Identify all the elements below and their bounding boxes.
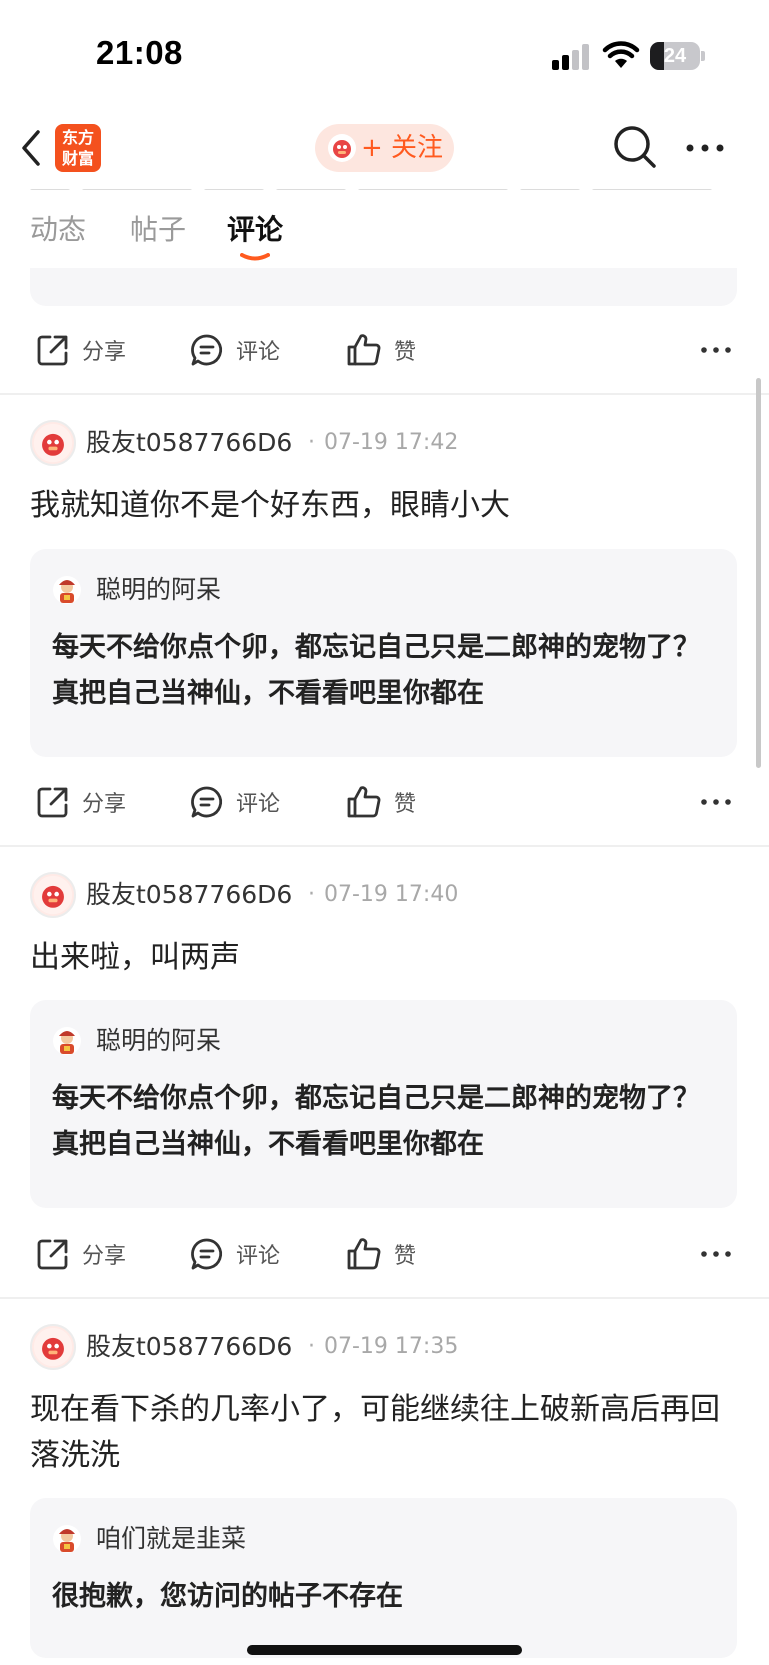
tab-dynamic[interactable]: 动态 [30,210,86,250]
quote-box-previous [30,268,737,306]
logo-text-2: 财富 [61,149,94,168]
quoted-user: 聪明的阿呆 [52,1024,221,1058]
thumbs-up-icon [347,1238,381,1270]
chevron-left-icon[interactable] [16,124,46,172]
post-username[interactable]: 股友t0587766D6 [86,1324,292,1370]
share-label: 分享 [82,340,127,365]
user-avatar-icon [328,134,356,162]
thumbs-up-icon [347,786,381,818]
post-text[interactable]: 现在看下杀的几率小了，可能继续往上破新高后再回落洗洗 [30,1387,740,1479]
quoted-text: 很抱歉，您访问的帖子不存在 [52,1581,403,1612]
divider [0,845,769,847]
home-indicator[interactable] [247,1645,522,1655]
post-time: 07-19 17:42 [324,430,459,455]
avatar[interactable] [30,420,76,466]
post-text[interactable]: 出来啦，叫两声 [30,935,740,981]
status-time: 21:08 [96,34,183,71]
like-button[interactable]: 赞 [346,1224,416,1284]
post-header: 股友t0587766D6 · 07-19 17:35 [30,1324,737,1372]
comment-button[interactable]: 评论 [190,772,280,832]
post-header: 股友t0587766D6 · 07-19 17:40 [30,872,737,920]
share-button[interactable]: 分享 [36,772,126,832]
thumbs-up-icon [347,334,381,366]
search-icon[interactable] [612,124,658,170]
quoted-username: 聪明的阿呆 [96,575,222,604]
share-button[interactable]: 分享 [36,320,126,380]
quoted-avatar-icon [53,1027,81,1055]
action-row: 分享 评论 赞 [0,320,769,380]
share-label: 分享 [82,792,127,817]
like-label: 赞 [394,1244,417,1269]
battery-indicator: 24 [650,42,705,70]
quoted-avatar-icon [53,1525,81,1553]
quoted-post[interactable]: 聪明的阿呆 每天不给你点个卯，都忘记自己只是二郎神的宠物了？真把自己当神仙，不看… [30,1000,737,1208]
separator-dot: · [308,1334,315,1359]
avatar[interactable] [30,1324,76,1370]
share-icon [37,335,68,366]
comment-label: 评论 [236,1244,281,1269]
wifi-icon [602,41,640,68]
share-label: 分享 [82,1244,127,1269]
quoted-username: 咱们就是韭菜 [96,1524,247,1553]
scrolled-content-edge [30,182,730,190]
action-row: 分享 评论 赞 [0,772,769,832]
comment-button[interactable]: 评论 [190,1224,280,1284]
comment-label: 评论 [236,340,281,365]
tab-posts[interactable]: 帖子 [130,210,186,250]
post-username[interactable]: 股友t0587766D6 [86,872,292,918]
divider [0,393,769,395]
like-label: 赞 [394,340,417,365]
follow-button[interactable]: + 关注 [315,124,454,172]
quoted-avatar-icon [53,576,81,604]
app-screen: 21:08 24 东方 财富 + 关注 动态 帖子 评论 分享 评论 赞 股友t… [0,0,769,1665]
battery-level: 24 [663,45,687,67]
comment-icon [191,334,223,366]
comment-icon [191,1238,223,1270]
separator-dot: · [308,882,315,907]
follow-label: + 关注 [361,133,444,163]
quoted-username: 聪明的阿呆 [96,1026,222,1055]
share-button[interactable]: 分享 [36,1224,126,1284]
post-header: 股友t0587766D6 · 07-19 17:42 [30,420,737,468]
logo-text-1: 东方 [61,128,94,147]
share-icon [37,787,68,818]
quoted-post[interactable]: 咱们就是韭菜 很抱歉，您访问的帖子不存在 [30,1498,737,1658]
quoted-user: 聪明的阿呆 [52,573,221,607]
divider [0,1297,769,1299]
quoted-text: 每天不给你点个卯，都忘记自己只是二郎神的宠物了？真把自己当神仙，不看看吧里你都在 [52,1083,700,1160]
action-row: 分享 评论 赞 [0,1224,769,1284]
share-icon [37,1239,68,1270]
comment-button[interactable]: 评论 [190,320,280,380]
like-button[interactable]: 赞 [346,320,416,380]
post-time: 07-19 17:40 [324,882,459,907]
post-text[interactable]: 我就知道你不是个好东西，眼睛小大 [30,483,740,529]
separator-dot: · [308,430,315,455]
app-logo[interactable]: 东方 财富 [55,124,101,172]
tab-comments[interactable]: 评论 [227,210,283,250]
like-label: 赞 [394,792,417,817]
more-icon[interactable] [700,1224,732,1284]
tab-active-indicator [240,253,270,261]
post-username[interactable]: 股友t0587766D6 [86,420,292,466]
more-icon[interactable] [700,320,732,380]
signal-icon [552,44,592,70]
avatar[interactable] [30,872,76,918]
comment-icon [191,786,223,818]
quoted-user: 咱们就是韭菜 [52,1522,246,1556]
status-bar: 21:08 24 [0,0,769,110]
like-button[interactable]: 赞 [346,772,416,832]
more-horizontal-icon[interactable] [684,136,726,160]
post-time: 07-19 17:35 [324,1334,459,1359]
quoted-post[interactable]: 聪明的阿呆 每天不给你点个卯，都忘记自己只是二郎神的宠物了？真把自己当神仙，不看… [30,549,737,757]
quoted-text: 每天不给你点个卯，都忘记自己只是二郎神的宠物了？真把自己当神仙，不看看吧里你都在 [52,632,700,709]
scrollbar[interactable] [756,378,761,768]
more-icon[interactable] [700,772,732,832]
comment-label: 评论 [236,792,281,817]
